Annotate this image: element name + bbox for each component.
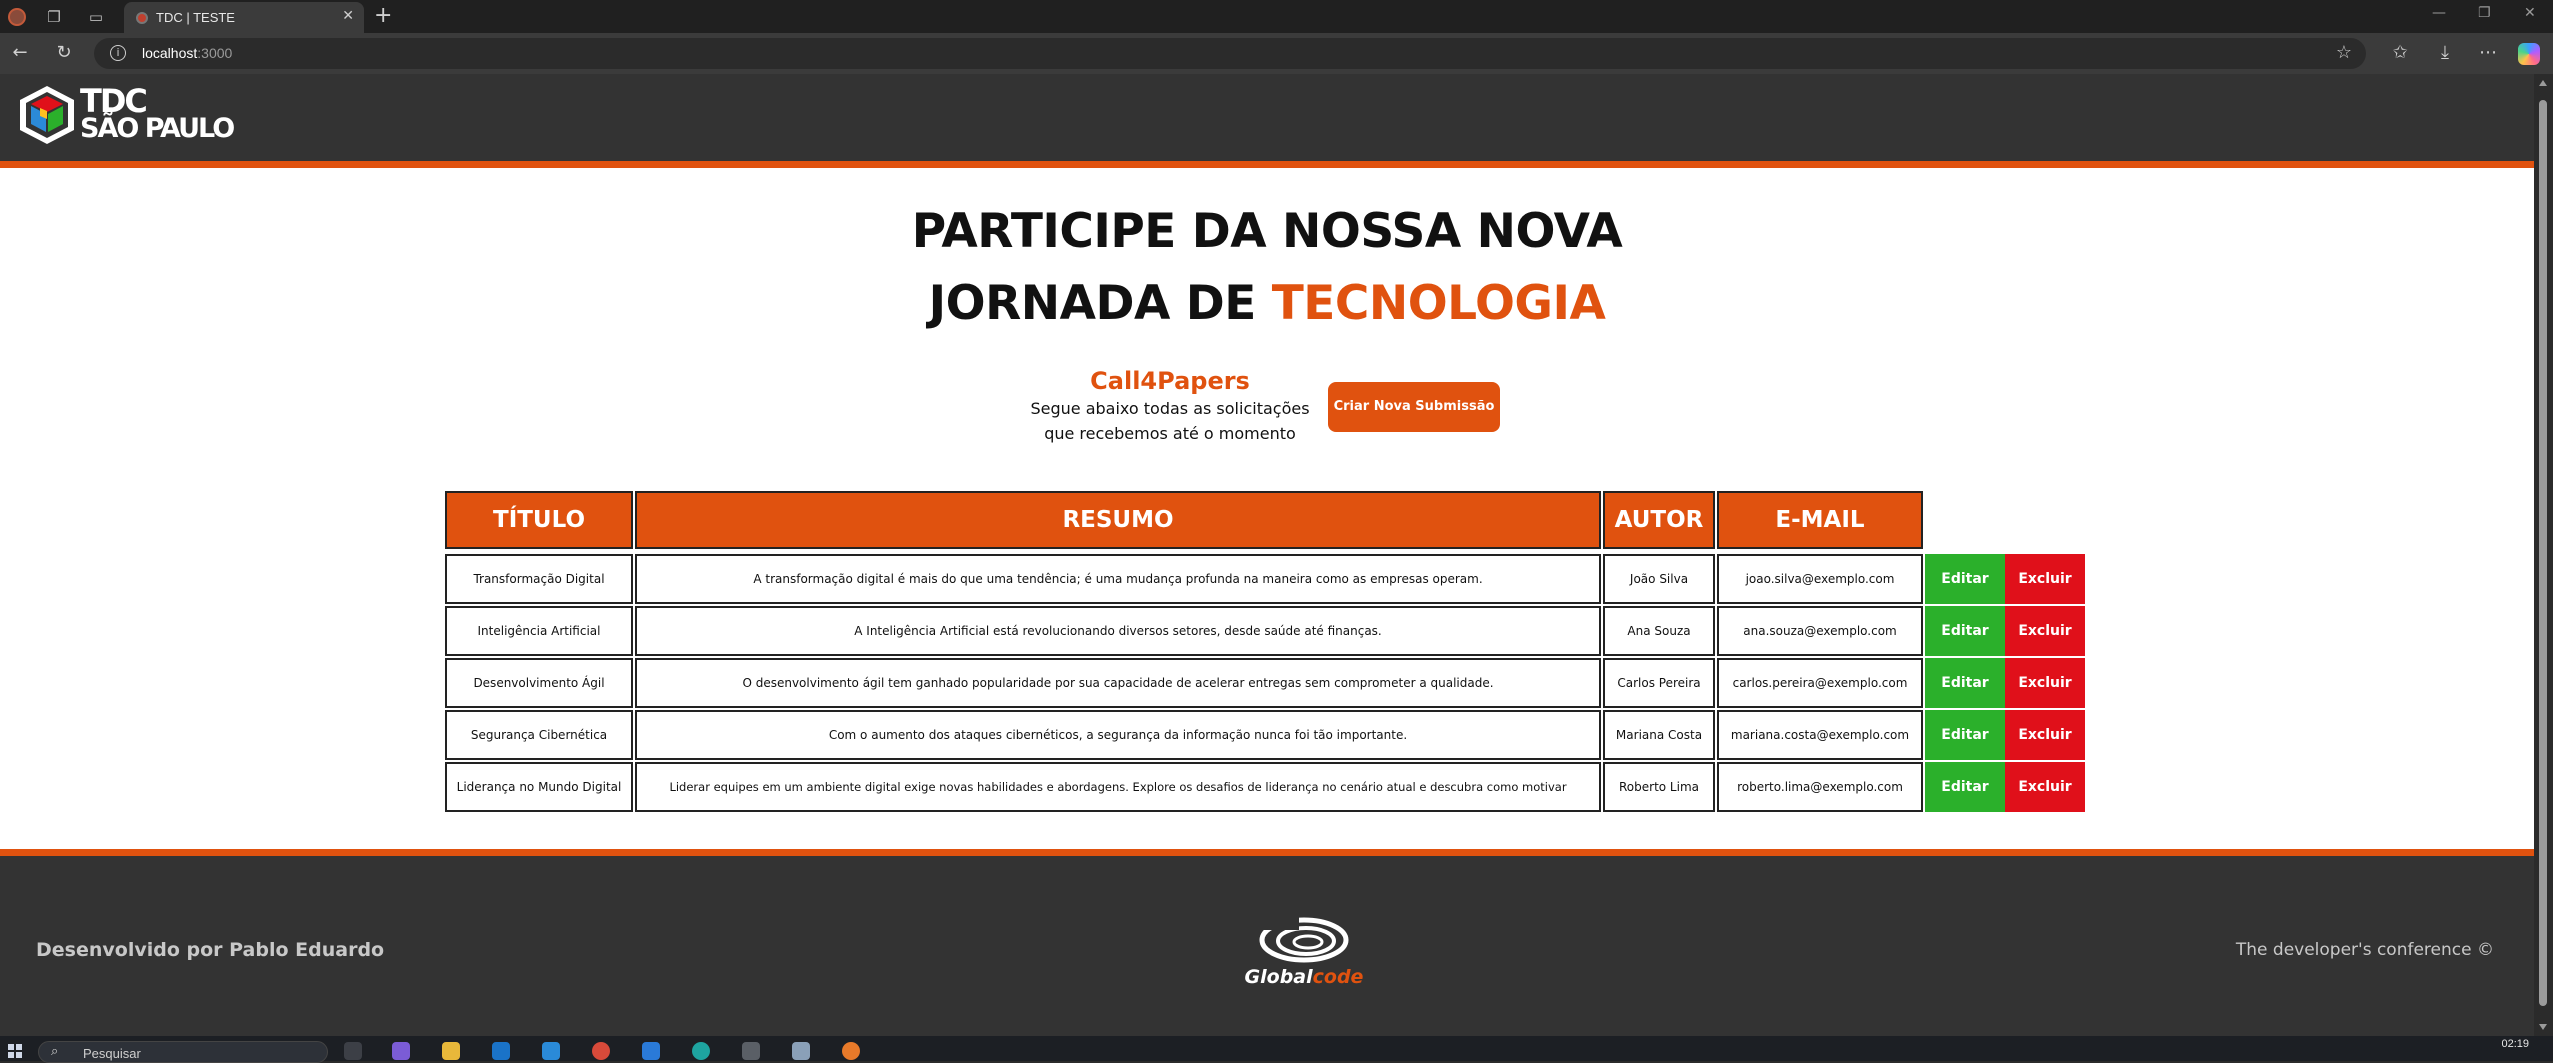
star-icon[interactable]: ☆: [2336, 42, 2352, 63]
scroll-down-icon[interactable]: [2539, 1024, 2547, 1030]
task-view-icon[interactable]: [344, 1042, 362, 1060]
hero-title: PARTICIPE DA NOSSA NOVA JORNADA DE TECNO…: [911, 204, 1623, 331]
address-toolbar: ← ↻ i localhost:3000 ☆ ✩ ⤓ ⋯: [0, 33, 2553, 74]
file-explorer-icon[interactable]: [442, 1042, 460, 1060]
column-header-titulo: TÍTULO: [445, 491, 633, 549]
cell-email: mariana.costa@exemplo.com: [1717, 710, 1923, 760]
column-header-autor: AUTOR: [1603, 491, 1715, 549]
tab-favicon: [136, 12, 148, 24]
notepad-icon[interactable]: [792, 1042, 810, 1060]
tab-actions-icon[interactable]: ▭: [86, 7, 106, 27]
url-text[interactable]: localhost:3000: [142, 45, 232, 61]
delete-button[interactable]: Excluir: [2005, 606, 2085, 656]
cell-email: ana.souza@exemplo.com: [1717, 606, 1923, 656]
globalcode-swirl-icon: [1259, 916, 1349, 963]
edge-icon[interactable]: [692, 1042, 710, 1060]
edit-button[interactable]: Editar: [1925, 762, 2005, 812]
browser-tab-bar: ❐ ▭ TDC | TESTE ✕ + — ❐ ✕: [0, 0, 2553, 33]
site-header: TDC SÃO PAULO: [0, 74, 2534, 168]
site-footer: Desenvolvido por Pablo Eduardo Globalcod…: [0, 849, 2534, 1036]
minimize-icon[interactable]: —: [2432, 5, 2446, 21]
restore-icon[interactable]: ❐: [2478, 5, 2491, 21]
profile-avatar[interactable]: [8, 8, 26, 26]
os-taskbar: ⌕ Pesquisar 02:19: [0, 1036, 2553, 1063]
delete-button[interactable]: Excluir: [2005, 762, 2085, 812]
cell-autor: Roberto Lima: [1603, 762, 1715, 812]
store-icon[interactable]: [542, 1042, 560, 1060]
column-header-resumo: RESUMO: [635, 491, 1601, 549]
new-tab-icon[interactable]: +: [374, 4, 392, 28]
tab-title: TDC | TESTE: [156, 10, 235, 25]
cell-resumo: A Inteligência Artificial está revolucio…: [635, 606, 1601, 656]
taskbar-search-placeholder: Pesquisar: [83, 1046, 141, 1061]
tdc-cube-icon: [20, 86, 74, 144]
edit-button[interactable]: Editar: [1925, 658, 2005, 708]
more-icon[interactable]: ⋯: [2476, 42, 2500, 63]
refresh-icon[interactable]: ↻: [53, 42, 75, 64]
delete-button[interactable]: Excluir: [2005, 710, 2085, 760]
cell-titulo: Desenvolvimento Ágil: [445, 658, 633, 708]
workspaces-icon[interactable]: ❐: [44, 7, 64, 27]
logo-text: TDC SÃO PAULO: [80, 82, 235, 144]
taskbar-search[interactable]: ⌕ Pesquisar: [38, 1041, 328, 1063]
info-icon[interactable]: i: [110, 45, 126, 61]
cell-autor: João Silva: [1603, 554, 1715, 604]
close-window-icon[interactable]: ✕: [2524, 5, 2536, 21]
delete-button[interactable]: Excluir: [2005, 554, 2085, 604]
hero: PARTICIPE DA NOSSA NOVA JORNADA DE TECNO…: [0, 196, 2534, 340]
tdc-logo[interactable]: TDC SÃO PAULO: [16, 84, 236, 148]
tab-close-icon[interactable]: ✕: [342, 8, 354, 24]
cell-autor: Mariana Costa: [1603, 710, 1715, 760]
copilot-icon[interactable]: [2518, 43, 2540, 65]
firefox-icon[interactable]: [842, 1042, 860, 1060]
edit-button[interactable]: Editar: [1925, 554, 2005, 604]
scroll-up-icon[interactable]: [2539, 80, 2547, 86]
cell-email: joao.silva@exemplo.com: [1717, 554, 1923, 604]
address-bar[interactable]: i localhost:3000 ☆: [94, 38, 2366, 69]
taskbar-clock[interactable]: 02:19: [2501, 1038, 2529, 1050]
call4papers-subtitle-2: que recebemos até o momento: [1044, 424, 1296, 443]
delete-button[interactable]: Excluir: [2005, 658, 2085, 708]
terminal-icon[interactable]: [742, 1042, 760, 1060]
cell-resumo: Liderar equipes em um ambiente digital e…: [635, 762, 1601, 812]
cell-email: carlos.pereira@exemplo.com: [1717, 658, 1923, 708]
search-icon: ⌕: [51, 1044, 59, 1059]
favorites-icon[interactable]: ✩: [2388, 42, 2412, 63]
call4papers-block: Call4Papers Segue abaixo todas as solici…: [1020, 366, 1320, 446]
chrome-icon[interactable]: [592, 1042, 610, 1060]
globalcode-logo[interactable]: Globalcode: [1244, 916, 1364, 994]
cell-autor: Ana Souza: [1603, 606, 1715, 656]
browser-tab-active[interactable]: TDC | TESTE ✕: [124, 2, 364, 33]
back-icon[interactable]: ←: [9, 42, 31, 64]
cell-resumo: A transformação digital é mais do que um…: [635, 554, 1601, 604]
globalcode-wordmark: Globalcode: [1244, 966, 1364, 988]
cell-titulo: Liderança no Mundo Digital: [445, 762, 633, 812]
cell-titulo: Segurança Cibernética: [445, 710, 633, 760]
developer-credit: Desenvolvido por Pablo Eduardo: [36, 939, 385, 961]
page-scrollbar[interactable]: [2534, 74, 2553, 1036]
cell-titulo: Inteligência Artificial: [445, 606, 633, 656]
windows-start-icon[interactable]: [8, 1044, 22, 1058]
cell-email: roberto.lima@exemplo.com: [1717, 762, 1923, 812]
edit-button[interactable]: Editar: [1925, 710, 2005, 760]
downloads-icon[interactable]: ⤓: [2433, 42, 2457, 63]
cell-resumo: O desenvolvimento ágil tem ganhado popul…: [635, 658, 1601, 708]
copilot-app-icon[interactable]: [392, 1042, 410, 1060]
page-viewport: TDC SÃO PAULO PARTICIPE DA NOSSA NOVA JO…: [0, 74, 2534, 1036]
cell-titulo: Transformação Digital: [445, 554, 633, 604]
cell-autor: Carlos Pereira: [1603, 658, 1715, 708]
edit-button[interactable]: Editar: [1925, 606, 2005, 656]
footer-tagline: The developer's conference ©: [2235, 940, 2494, 960]
outlook-icon[interactable]: [492, 1042, 510, 1060]
call4papers-title: Call4Papers: [1090, 367, 1250, 395]
column-header-email: E-MAIL: [1717, 491, 1923, 549]
scroll-thumb[interactable]: [2539, 100, 2547, 1006]
cell-resumo: Com o aumento dos ataques cibernéticos, …: [635, 710, 1601, 760]
vscode-icon[interactable]: [642, 1042, 660, 1060]
call4papers-subtitle-1: Segue abaixo todas as solicitações: [1030, 399, 1310, 418]
create-submission-button[interactable]: Criar Nova Submissão: [1328, 382, 1500, 432]
